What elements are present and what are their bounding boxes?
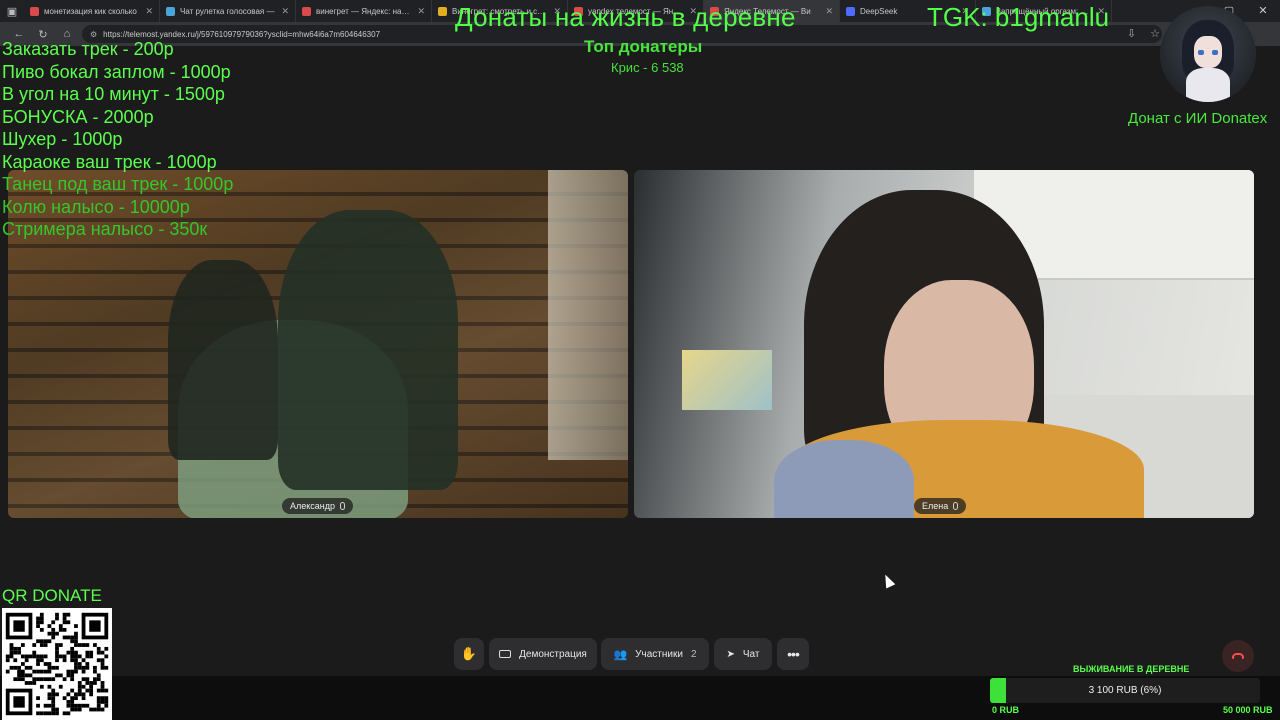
avatar-body (1186, 68, 1230, 102)
price-list-item: Караоке ваш трек - 1000р (2, 151, 217, 172)
tab-favicon-icon (166, 6, 175, 16)
top-donors-title: Топ донатеры (584, 37, 703, 56)
price-list-item: Шухер - 1000р (2, 129, 123, 149)
hangup-icon (1232, 653, 1244, 659)
participant-name-pill: Александр (282, 498, 354, 514)
browser-tab[interactable]: Чат рулетка голосовая — ✕ (160, 0, 296, 22)
telegram-channel-label: TGK: b1gmanlu (927, 2, 1110, 32)
person-shape (278, 210, 458, 490)
chat-button[interactable]: ➤ Чат (714, 638, 772, 670)
tab-favicon-icon (30, 6, 39, 16)
install-icon[interactable]: ⇩ (1127, 27, 1136, 40)
goal-progress-text: 3 100 RUB (6%) (1088, 685, 1162, 696)
person-shape (168, 260, 278, 460)
participants-count: 2 (690, 648, 697, 660)
ai-donate-label: Донат с ИИ Donatex (1128, 110, 1268, 127)
tab-actions-icon[interactable]: ▣ (0, 5, 24, 18)
raise-hand-icon: ✋ (460, 646, 478, 661)
painting-shape (682, 350, 772, 410)
donation-price-list: Заказать трек - 200р Пиво бокал заплом - … (2, 38, 233, 241)
price-list-item: Стримера налысо - 350к (2, 219, 208, 239)
goal-title: ВЫЖИВАНИЕ В ДЕРЕВНЕ (1073, 664, 1190, 674)
price-list-item: Пиво бокал заплом - 1000р (2, 61, 231, 82)
more-button[interactable]: ••• (777, 638, 809, 670)
participants-icon: 👥 (613, 648, 628, 661)
browser-tab[interactable]: монетизация кик сколько ✕ (24, 0, 160, 22)
hangup-button[interactable] (1222, 640, 1254, 672)
price-list-item: Заказать трек - 200р (2, 39, 174, 59)
browser-tab[interactable]: винегрет — Яндекс: нашл ✕ (296, 0, 432, 22)
qr-donate-label: QR DONATE (2, 586, 102, 605)
tab-close-icon[interactable]: ✕ (145, 6, 153, 17)
tab-close-icon[interactable]: ✕ (281, 6, 289, 17)
participant-name: Елена (922, 501, 949, 511)
tab-title: монетизация кик сколько (44, 6, 137, 16)
price-list-item: Колю налысо - 10000р (2, 196, 190, 217)
microphone-icon (340, 502, 346, 510)
goal-max-label: 50 000 RUB (1223, 705, 1273, 715)
top-donor-entry: Крис - 6 538 (611, 60, 684, 75)
tab-close-icon[interactable]: ✕ (417, 6, 425, 17)
tab-favicon-icon (846, 6, 855, 16)
send-icon: ➤ (726, 648, 735, 660)
scrollbar[interactable] (1262, 46, 1280, 676)
streamer-avatar (1160, 6, 1256, 102)
avatar-eye (1212, 50, 1218, 55)
raise-hand-button[interactable]: ✋ (454, 638, 484, 670)
screen-share-button[interactable]: Демонстрация (489, 638, 597, 670)
tab-favicon-icon (302, 6, 311, 16)
tab-title: винегрет — Яндекс: нашл (316, 6, 413, 16)
participant-name: Александр (290, 501, 336, 511)
person-body-left (774, 440, 914, 518)
tab-close-icon[interactable]: ✕ (825, 6, 833, 17)
price-list-item: БОНУСКА - 2000р (2, 106, 154, 127)
chat-label: Чат (742, 648, 760, 660)
price-list-item: В угол на 10 минут - 1500р (2, 84, 225, 104)
bookmark-star-icon[interactable]: ☆ (1150, 27, 1160, 40)
goal-progress-bar: 3 100 RUB (6%) (990, 678, 1260, 703)
avatar-eye (1198, 50, 1204, 55)
close-icon[interactable]: ✕ (1246, 0, 1280, 22)
address-bar-actions: ⇩ ☆ (1127, 27, 1160, 40)
microphone-icon (953, 502, 959, 510)
participants-button[interactable]: 👥 Участники 2 (601, 638, 709, 670)
more-icon: ••• (787, 646, 800, 662)
curtain-shape (548, 170, 628, 460)
screen-share-label: Демонстрация (519, 648, 587, 660)
video-tile-participant-2[interactable]: Елена (634, 170, 1254, 518)
donation-headline: Донаты на жизнь в деревне (455, 2, 796, 32)
price-list-item: Танец под ваш трек - 1000р (2, 174, 234, 194)
qr-code[interactable] (2, 608, 112, 720)
goal-min-label: 0 RUB (992, 705, 1020, 715)
tab-title: Чат рулетка голосовая — (180, 6, 275, 16)
tab-favicon-icon (438, 6, 447, 16)
participant-name-pill: Елена (914, 498, 967, 514)
participants-label: Участники (635, 648, 683, 660)
screen-share-icon (499, 650, 512, 658)
